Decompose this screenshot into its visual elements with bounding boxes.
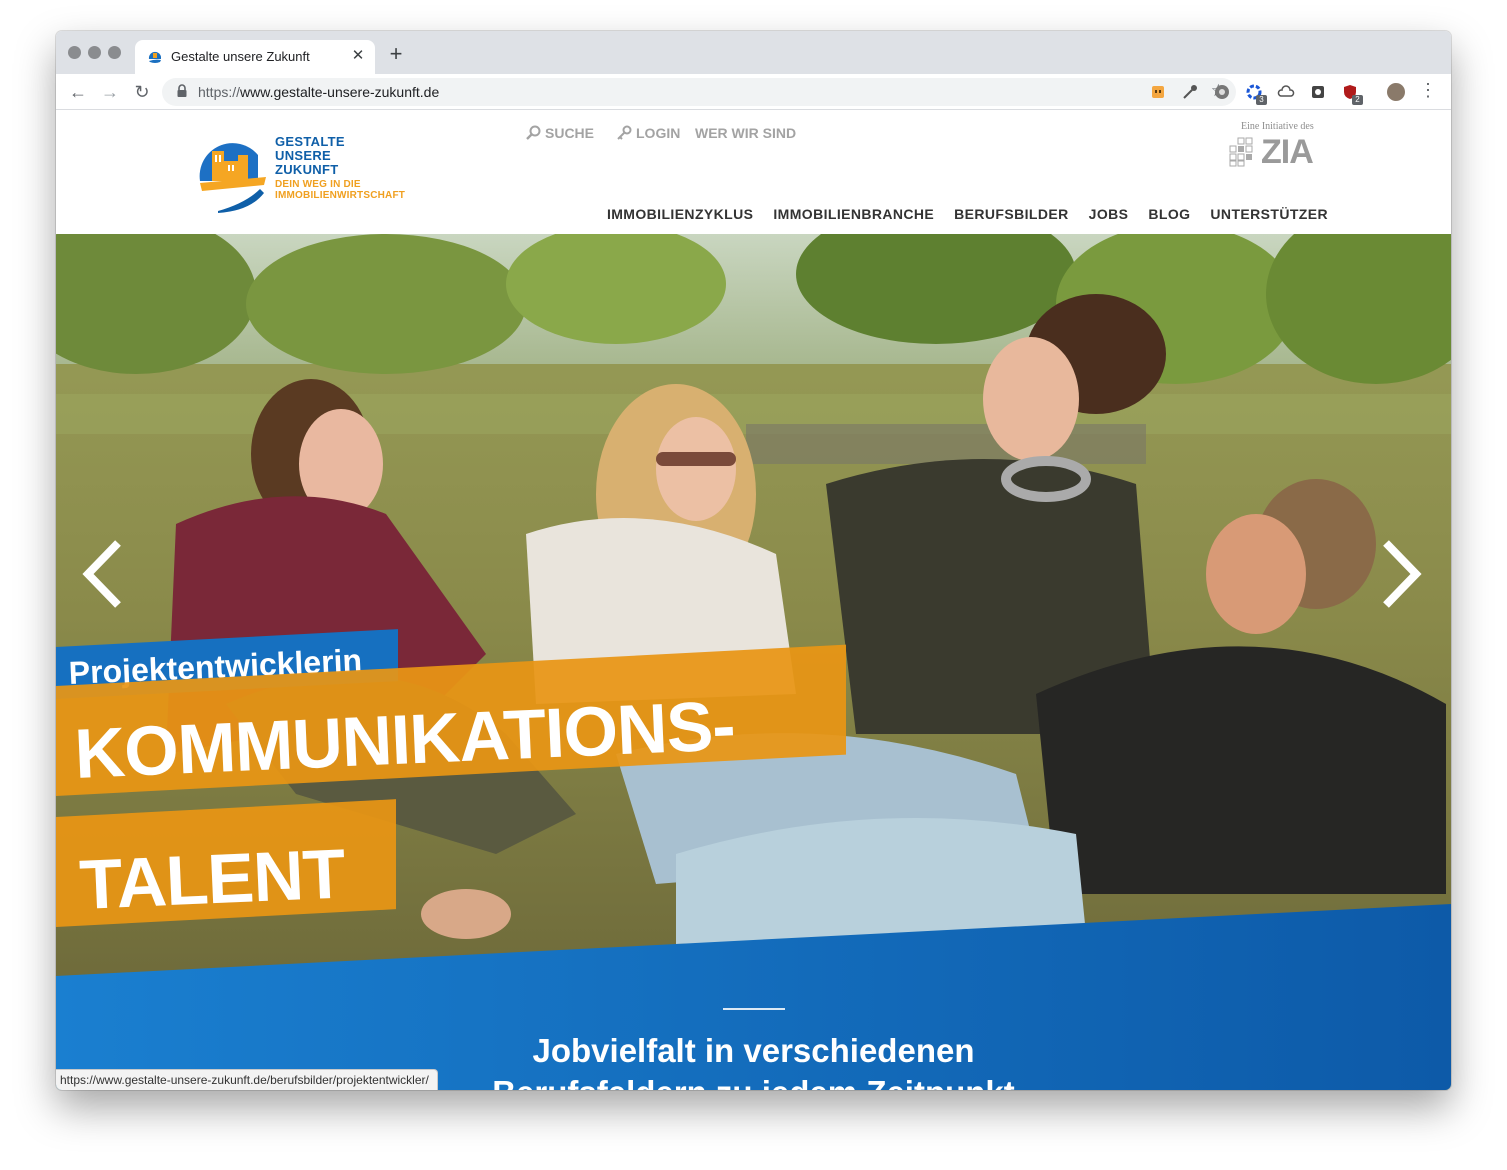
page-viewport: GESTALTE UNSERE ZUKUNFT DEIN WEG IN DIE …	[56, 111, 1451, 1090]
search-link-label: SUCHE	[545, 125, 595, 141]
forward-icon[interactable]: →	[99, 81, 121, 103]
url-host: www.gestalte-unsere-zukunft.de	[240, 84, 440, 100]
shield-glyph-icon	[1312, 86, 1324, 98]
search-link[interactable]: SUCHE	[526, 125, 594, 141]
gear-glyph-icon	[1215, 85, 1229, 99]
zia-wordmark: ZIA	[1261, 133, 1314, 171]
browser-window: Gestalte unsere Zukunft ✕ + ← → ↻ https:…	[56, 31, 1451, 1090]
section-heading-line-1: Jobvielfalt in verschiedenen	[532, 1032, 975, 1069]
tab-bar: Gestalte unsere Zukunft ✕ +	[56, 31, 1451, 74]
extension-glyph-icon	[1152, 86, 1164, 98]
site-favicon-icon	[148, 51, 161, 63]
logo-tagline-2: IMMOBILIENWIRTSCHAFT	[275, 190, 406, 201]
logo-line-3: ZUKUNFT	[275, 162, 339, 177]
extension-icon[interactable]	[1149, 83, 1167, 101]
slider-next-arrow-icon[interactable]	[1378, 539, 1424, 609]
nav-item-jobs[interactable]: JOBS	[1089, 206, 1129, 222]
cloud-glyph-icon	[1277, 85, 1295, 97]
hero-slider: Projektentwicklerin KOMMUNIKATIONS- TALE…	[56, 234, 1451, 1090]
new-tab-button[interactable]: +	[386, 43, 406, 65]
logo-mark-icon	[199, 143, 266, 213]
minimize-window-button[interactable]	[88, 46, 101, 59]
cloud-icon[interactable]	[1277, 83, 1295, 101]
nav-item-immobilienzyklus[interactable]: IMMOBILIENZYKLUS	[607, 206, 753, 222]
profile-avatar[interactable]	[1387, 83, 1405, 101]
back-icon[interactable]: ←	[67, 81, 89, 103]
address-bar[interactable]: https://www.gestalte-unsere-zukunft.de ☆	[162, 78, 1236, 106]
browser-tab[interactable]: Gestalte unsere Zukunft ✕	[135, 40, 375, 74]
login-link[interactable]: LOGIN	[617, 125, 680, 141]
search-icon	[526, 125, 541, 140]
nav-item-unterstuetzer[interactable]: UNTERSTÜTZER	[1210, 206, 1328, 222]
gear-extension-icon[interactable]	[1213, 83, 1231, 101]
shield-extension-icon[interactable]	[1309, 83, 1327, 101]
browser-menu-icon[interactable]: ⋮	[1419, 80, 1437, 101]
zoom-window-button[interactable]	[108, 46, 121, 59]
site-logo[interactable]: GESTALTE UNSERE ZUKUNFT DEIN WEG IN DIE …	[198, 133, 418, 213]
nav-item-berufsbilder[interactable]: BERUFSBILDER	[954, 206, 1068, 222]
blue-ring-extension-icon[interactable]: 3	[1245, 83, 1267, 105]
main-navigation: IMMOBILIENZYKLUS IMMOBILIENBRANCHE BERUF…	[607, 206, 1328, 222]
eyedropper-glyph-icon	[1183, 85, 1197, 99]
logo-line-2: UNSERE	[275, 148, 331, 163]
section-divider	[723, 1008, 785, 1010]
red-shield-extension-icon[interactable]: 2	[1341, 83, 1363, 105]
reload-icon[interactable]: ↻	[131, 81, 153, 103]
logo-tagline-1: DEIN WEG IN DIE	[275, 179, 361, 190]
logo-line-1: GESTALTE	[275, 134, 345, 149]
slider-prev-arrow-icon[interactable]	[80, 539, 126, 609]
link-status-bubble: https://www.gestalte-unsere-zukunft.de/b…	[56, 1069, 438, 1090]
zia-caption: Eine Initiative des	[1241, 121, 1314, 132]
extension-badge: 3	[1256, 95, 1267, 105]
nav-item-blog[interactable]: BLOG	[1148, 206, 1190, 222]
zia-grid-icon	[1229, 137, 1253, 167]
nav-item-immobilienbranche[interactable]: IMMOBILIENBRANCHE	[773, 206, 934, 222]
extension-badge: 2	[1352, 95, 1363, 105]
close-window-button[interactable]	[68, 46, 81, 59]
login-link-label: LOGIN	[636, 125, 681, 141]
headline-2-text: TALENT	[78, 834, 347, 924]
section-heading-line-2: Berufsfeldern zu jedem Zeitpunkt	[492, 1074, 1015, 1090]
eyedropper-icon[interactable]	[1181, 83, 1199, 101]
about-link[interactable]: WER WIR SIND	[695, 125, 796, 141]
site-header: GESTALTE UNSERE ZUKUNFT DEIN WEG IN DIE …	[56, 111, 1451, 234]
lock-icon	[177, 84, 187, 97]
key-icon	[617, 125, 632, 140]
url-text: https://www.gestalte-unsere-zukunft.de	[198, 84, 439, 100]
zia-logo[interactable]: Eine Initiative des ZIA	[1228, 121, 1338, 171]
tab-close-icon[interactable]: ✕	[349, 47, 367, 65]
tab-title: Gestalte unsere Zukunft	[171, 49, 310, 64]
browser-toolbar: ← → ↻ https://www.gestalte-unsere-zukunf…	[56, 74, 1451, 110]
url-scheme: https://	[198, 84, 241, 100]
